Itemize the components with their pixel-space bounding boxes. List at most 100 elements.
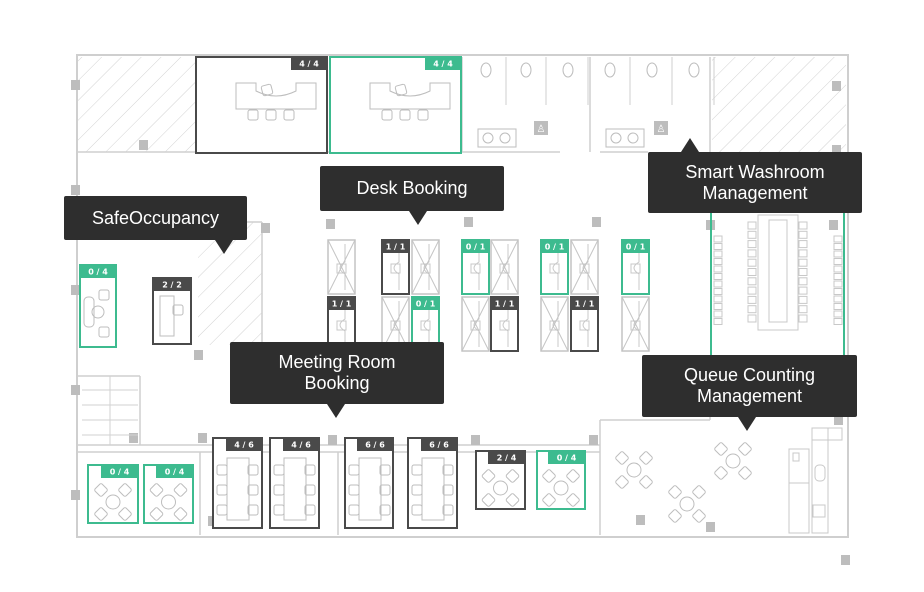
room-available: 4 / 4: [329, 56, 462, 154]
pointer-icon: [738, 417, 756, 431]
badge-label: 0 / 4: [165, 468, 185, 477]
chair-icon: [833, 303, 843, 310]
badge-label: 0 / 1: [416, 300, 436, 309]
round-table-icon: [679, 496, 695, 512]
chair-icon: [747, 277, 757, 286]
pillar: [328, 435, 337, 445]
toilet-icon: [688, 62, 700, 78]
pillar: [464, 217, 473, 227]
person-glyph: ♙: [537, 124, 546, 135]
chair-icon: [747, 221, 757, 230]
chair-icon: [833, 265, 843, 273]
badge-label: 2 / 4: [497, 454, 517, 463]
pillar: [198, 433, 207, 443]
badge-label: 4 / 4: [433, 60, 453, 69]
desk-inactive: [327, 239, 356, 295]
room-available: 0 / 4: [143, 464, 194, 524]
chair-icon: [747, 258, 757, 267]
kitchen: [788, 427, 843, 534]
chair-icon: [747, 314, 757, 323]
room-occupied: 6 / 6: [344, 437, 394, 529]
pillar: [829, 220, 838, 230]
pillar: [139, 140, 148, 150]
callout-meeting-room: Meeting Room Booking: [230, 342, 444, 418]
pointer-icon: [409, 211, 427, 225]
badge-label: 1 / 1: [495, 300, 515, 309]
round-table-icon: [626, 462, 642, 478]
desk-occupied: 1 / 1: [381, 239, 410, 295]
chair-icon: [798, 314, 808, 323]
chair-icon: [833, 310, 843, 318]
callout-label: Queue Counting Management: [683, 365, 816, 406]
pillar: [832, 81, 841, 91]
chair-icon: [738, 442, 752, 456]
callout-label: SafeOccupancy: [91, 207, 220, 228]
chair-icon: [833, 250, 843, 258]
room-available: 0 / 4: [79, 264, 117, 348]
chair-icon: [747, 295, 757, 304]
chair-icon: [714, 466, 728, 480]
chair-icon: [713, 273, 723, 280]
chair-icon: [639, 451, 653, 465]
pillar: [194, 350, 203, 360]
chair-icon: [747, 305, 757, 314]
badge-label: 2 / 2: [162, 281, 182, 290]
badge-label: 0 / 4: [557, 454, 577, 463]
desk-inactive: [411, 239, 440, 295]
person-glyph: ♙: [657, 124, 666, 135]
lounge-area: [615, 442, 752, 523]
pillar: [592, 217, 601, 227]
badge-label: 1 / 1: [575, 300, 595, 309]
room-occupied: 4 / 6: [269, 437, 320, 529]
sink-basin: [627, 132, 639, 144]
chair-icon: [833, 295, 843, 303]
chair-icon: [798, 230, 808, 239]
desk-inactive: [540, 296, 569, 352]
chair-icon: [713, 250, 723, 258]
pillar: [71, 185, 80, 195]
chair-icon: [738, 466, 752, 480]
chair-icon: [713, 303, 723, 310]
chair-icon: [615, 451, 629, 465]
badge-label: 4 / 6: [291, 441, 311, 450]
chair-icon: [714, 442, 728, 456]
sink-basin: [499, 132, 511, 144]
chair-icon: [833, 280, 843, 288]
desk-inactive: [461, 296, 490, 352]
toilet-icon: [562, 62, 574, 78]
pillar: [261, 223, 270, 233]
chair-icon: [713, 288, 723, 295]
callout-queue-counting: Queue Counting Management: [642, 355, 857, 431]
room-outline: [195, 56, 328, 154]
round-table-icon: [725, 453, 741, 469]
chair-icon: [747, 230, 757, 239]
chair-icon: [747, 286, 757, 295]
floor-plan: ♙ ♙ 4 / 44 / 40 / 42 / 20 / 40 / 44 / 64 …: [71, 54, 850, 565]
desk-occupied: 1 / 1: [490, 296, 519, 352]
washroom: ♙ ♙: [477, 57, 715, 148]
chair-icon: [833, 273, 843, 280]
chair-icon: [713, 280, 723, 288]
toilet-icon: [520, 62, 532, 78]
chair-icon: [713, 310, 723, 318]
pillar: [71, 490, 80, 500]
chair-icon: [833, 243, 843, 250]
chair-icon: [713, 258, 723, 265]
stairs: [82, 376, 138, 445]
chair-icon: [713, 243, 723, 250]
room-occupied: 6 / 6: [407, 437, 458, 529]
toilet-icon: [646, 62, 658, 78]
room-available: 0 / 4: [87, 464, 139, 524]
badge-label: 0 / 4: [110, 468, 130, 477]
chair-icon: [713, 318, 723, 325]
pillar: [326, 219, 335, 229]
toilet-icon: [604, 62, 616, 78]
chair-icon: [833, 288, 843, 295]
pillar: [589, 435, 598, 445]
pointer-icon: [215, 240, 233, 254]
pillar: [471, 435, 480, 445]
callout-label: Meeting Room Booking: [278, 352, 396, 393]
pillar: [71, 385, 80, 395]
pillar: [71, 80, 80, 90]
chair-icon: [747, 249, 757, 258]
